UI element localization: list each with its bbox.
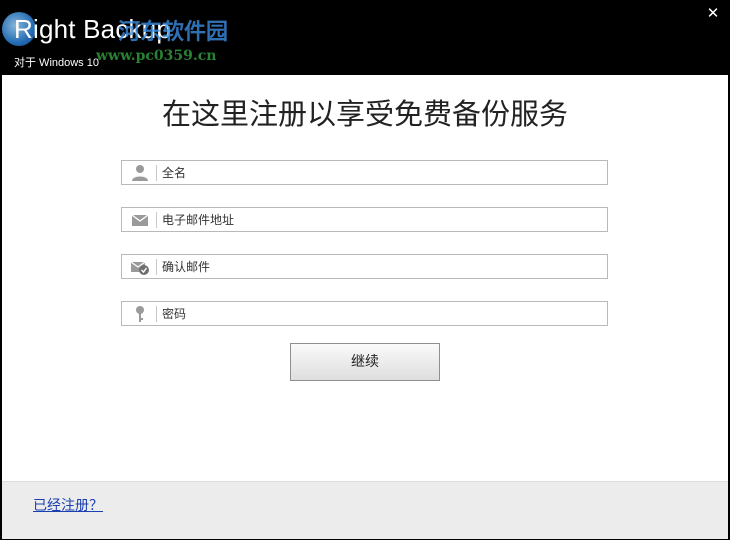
full-name-field[interactable]: [121, 160, 608, 185]
app-window: Right Backup 河东软件园 对于 Windows 10 www.pc0…: [0, 0, 730, 540]
app-subtitle: 对于 Windows 10: [14, 57, 99, 69]
key-icon: [129, 305, 151, 323]
page-title: 在这里注册以享受免费备份服务: [161, 97, 568, 131]
watermark-url: www.pc0359.cn: [96, 48, 217, 64]
full-name-input[interactable]: [162, 162, 592, 183]
close-button[interactable]: ✕: [704, 4, 722, 22]
registration-panel: 在这里注册以享受免费备份服务 全名 电子邮件地址 确认邮件 继续: [2, 75, 728, 481]
field-separator: [156, 165, 157, 181]
already-registered-link[interactable]: 已经注册？: [33, 495, 103, 515]
password-field[interactable]: [121, 301, 608, 326]
person-icon: [129, 164, 151, 182]
field-separator: [156, 212, 157, 228]
email-input[interactable]: [162, 209, 592, 230]
email-field[interactable]: [121, 207, 608, 232]
field-separator: [156, 259, 157, 275]
confirm-email-field[interactable]: [121, 254, 608, 279]
title-bar: Right Backup 河东软件园 对于 Windows 10 www.pc0…: [0, 0, 730, 75]
watermark-text: 河东软件园: [118, 19, 229, 45]
footer: 已经注册？: [2, 481, 728, 539]
confirm-email-input[interactable]: [162, 256, 592, 277]
mail-check-icon: [129, 258, 151, 276]
continue-button[interactable]: 继续: [290, 343, 440, 381]
field-separator: [156, 306, 157, 322]
password-input[interactable]: [162, 303, 592, 324]
mail-icon: [129, 211, 151, 229]
